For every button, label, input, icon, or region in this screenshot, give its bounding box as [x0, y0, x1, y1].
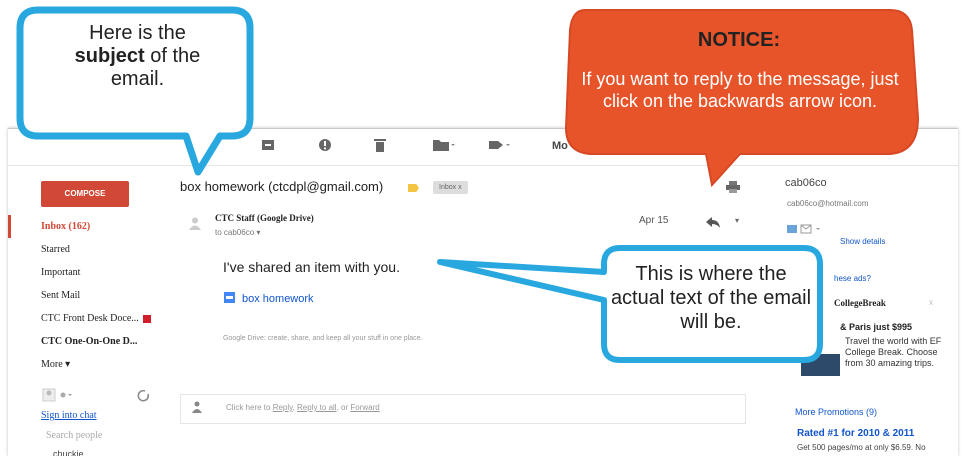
callout-line: of the: [144, 45, 201, 67]
sidebar-item-label: More ▾: [41, 359, 71, 370]
ad-thumbnail[interactable]: [801, 354, 840, 376]
print-icon[interactable]: [726, 181, 740, 193]
forward-link[interactable]: Forward: [350, 403, 379, 412]
importance-marker-icon[interactable]: [408, 184, 419, 192]
sender-avatar: [189, 217, 201, 230]
ad-body: Travel the world with EF College Break. …: [845, 336, 942, 368]
drive-shared-link[interactable]: box homework: [224, 292, 314, 305]
search-people-input[interactable]: Search people: [46, 430, 102, 441]
ad-title[interactable]: CollegeBreak: [834, 298, 886, 308]
email-subject: box homework (ctcdpl@gmail.com): [180, 179, 384, 194]
sidebar-item-more[interactable]: More ▾: [41, 353, 181, 376]
email-date: Apr 15: [639, 215, 669, 226]
sidebar-item-label: Important: [41, 267, 81, 278]
callout-bold-word: subject: [74, 45, 145, 67]
sidebar-item-label: Inbox (162): [41, 221, 91, 232]
sidebar-item-starred[interactable]: Starred: [41, 238, 181, 261]
drive-link-label: box homework: [242, 293, 314, 305]
sidebar-item-label: CTC Front Desk Doce...: [41, 313, 139, 324]
more-button[interactable]: Mo: [552, 140, 568, 152]
text-callout-body: This is where the actual text of the ema…: [610, 263, 812, 333]
delete-icon[interactable]: [374, 138, 386, 156]
reply-arrow-icon[interactable]: [706, 217, 720, 228]
contact-name: cab06co: [785, 177, 827, 189]
chat-icon: [787, 225, 797, 233]
compose-button[interactable]: COMPOSE: [41, 181, 129, 207]
user-avatar-icon: [192, 401, 202, 413]
email-body-text: I've shared an item with you.: [223, 259, 400, 275]
ad-close-icon[interactable]: x: [929, 298, 933, 307]
more-options-icon[interactable]: ▾: [735, 216, 739, 225]
move-to-icon[interactable]: [433, 138, 455, 156]
about-ads-link[interactable]: hese ads?: [834, 274, 871, 283]
show-details-link[interactable]: Show details: [840, 237, 885, 246]
reply-hint: Click here to Reply, Reply to all, or Fo…: [226, 403, 380, 412]
subject-callout-text: Here is the subject of the email.: [40, 22, 235, 91]
notice-body: If you want to reply to the message, jus…: [581, 69, 899, 111]
recipient-line[interactable]: to cab06co ▾: [215, 228, 260, 237]
label-color-swatch: [142, 314, 151, 323]
callout-line: Here is the: [89, 22, 186, 44]
ad-rated-headline[interactable]: Rated #1 for 2010 & 2011: [797, 428, 914, 439]
ad-headline[interactable]: & Paris just $995: [840, 322, 912, 332]
reply-link[interactable]: Reply: [273, 403, 293, 412]
reply-all-link[interactable]: Reply to all: [297, 403, 337, 412]
labels-icon[interactable]: [488, 138, 510, 156]
sender-name: CTC Staff (Google Drive): [215, 213, 314, 223]
notice-title: NOTICE:: [697, 29, 781, 51]
toolbar: Mo: [8, 129, 958, 166]
sidebar-item-label: CTC One-On-One D...: [41, 336, 138, 347]
sign-into-chat-link[interactable]: Sign into chat: [41, 410, 97, 421]
inbox-label-chip[interactable]: Inbox x: [433, 181, 468, 194]
sidebar-nav: Inbox (162) Starred Important Sent Mail …: [8, 215, 181, 376]
reply-hint-prefix: Click here to: [226, 403, 273, 412]
drive-footer-text: Google Drive: create, share, and keep al…: [223, 335, 423, 342]
sidebar-item-label-one-on-one[interactable]: CTC One-On-One D...: [41, 330, 181, 353]
drive-doc-icon: [224, 292, 235, 303]
callout-line: email.: [110, 68, 165, 90]
sidebar-item-inbox[interactable]: Inbox (162): [8, 215, 181, 238]
sidebar-item-label-front-desk[interactable]: CTC Front Desk Doce...: [41, 307, 181, 330]
contact-actions: [787, 221, 827, 239]
sidebar-item-sent-mail[interactable]: Sent Mail: [41, 284, 181, 307]
reply-box[interactable]: Click here to Reply, Reply to all, or Fo…: [180, 394, 746, 424]
sidebar-item-label: Sent Mail: [41, 290, 81, 301]
separator: , or: [336, 403, 351, 412]
contact-email: cab06co@hotmail.com: [787, 199, 869, 208]
sidebar-item-label: Starred: [41, 244, 70, 255]
active-indicator: [8, 215, 11, 238]
sidebar-item-important[interactable]: Important: [41, 261, 181, 284]
spam-icon[interactable]: [318, 138, 332, 156]
more-promotions-link[interactable]: More Promotions (9): [795, 407, 877, 417]
archive-icon[interactable]: [261, 138, 275, 156]
chat-status-row: [41, 387, 181, 405]
ad-rated-body: Get 500 pages/mo at only $6.59. No: [797, 443, 926, 452]
